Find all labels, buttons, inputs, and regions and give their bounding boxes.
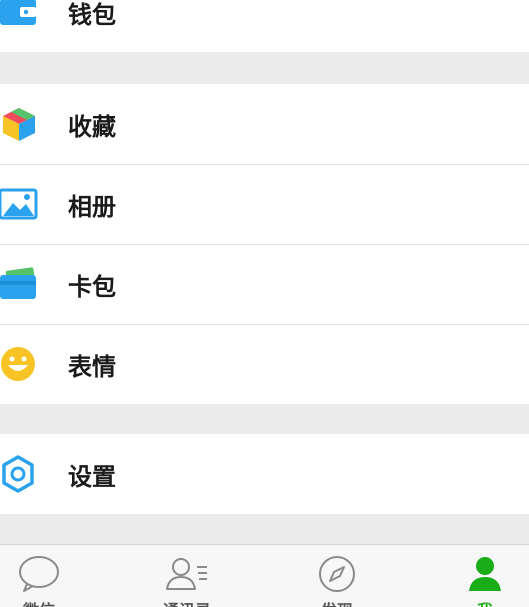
- menu-item-label: 设置: [68, 462, 116, 491]
- tab-label: 发现: [292, 597, 382, 607]
- favorites-cube-icon: [0, 105, 38, 143]
- menu-item-label: 表情: [68, 352, 116, 381]
- wallet-icon: [0, 0, 38, 31]
- person-icon: [469, 557, 501, 591]
- menu-item-stickers[interactable]: 表情: [0, 324, 529, 404]
- tab-chats[interactable]: 微信: [0, 545, 84, 607]
- bottom-tab-bar: 微信 通讯录 发现 我: [0, 544, 529, 607]
- tab-label: 我: [440, 597, 529, 607]
- menu-item-album[interactable]: 相册: [0, 164, 529, 244]
- chat-bubble-icon: [19, 556, 59, 592]
- menu-item-label: 钱包: [68, 0, 116, 29]
- settings-gear-icon: [0, 455, 38, 493]
- menu-item-settings[interactable]: 设置: [0, 434, 529, 514]
- menu-group-wallet: 钱包: [0, 0, 529, 52]
- menu-item-label: 相册: [68, 192, 116, 221]
- menu-item-wallet[interactable]: 钱包: [0, 0, 529, 52]
- tab-contacts[interactable]: 通讯录: [142, 545, 232, 607]
- tab-label: 通讯录: [142, 597, 232, 607]
- smiley-face-icon: [0, 345, 38, 383]
- me-page: 钱包 收藏 相册 卡包 表情 设置: [0, 0, 529, 607]
- tab-me[interactable]: 我: [440, 545, 529, 607]
- menu-group-settings: 设置: [0, 434, 529, 514]
- menu-item-label: 卡包: [68, 272, 116, 301]
- menu-group-content: 收藏 相册 卡包 表情: [0, 84, 529, 404]
- contacts-icon: [166, 558, 207, 590]
- tab-discover[interactable]: 发现: [292, 545, 382, 607]
- compass-icon: [319, 556, 355, 592]
- album-picture-icon: [0, 185, 38, 223]
- menu-item-label: 收藏: [68, 112, 116, 141]
- card-wallet-icon: [0, 265, 38, 303]
- menu-item-favorites[interactable]: 收藏: [0, 84, 529, 164]
- tab-label: 微信: [0, 597, 84, 607]
- menu-item-card-wallet[interactable]: 卡包: [0, 244, 529, 324]
